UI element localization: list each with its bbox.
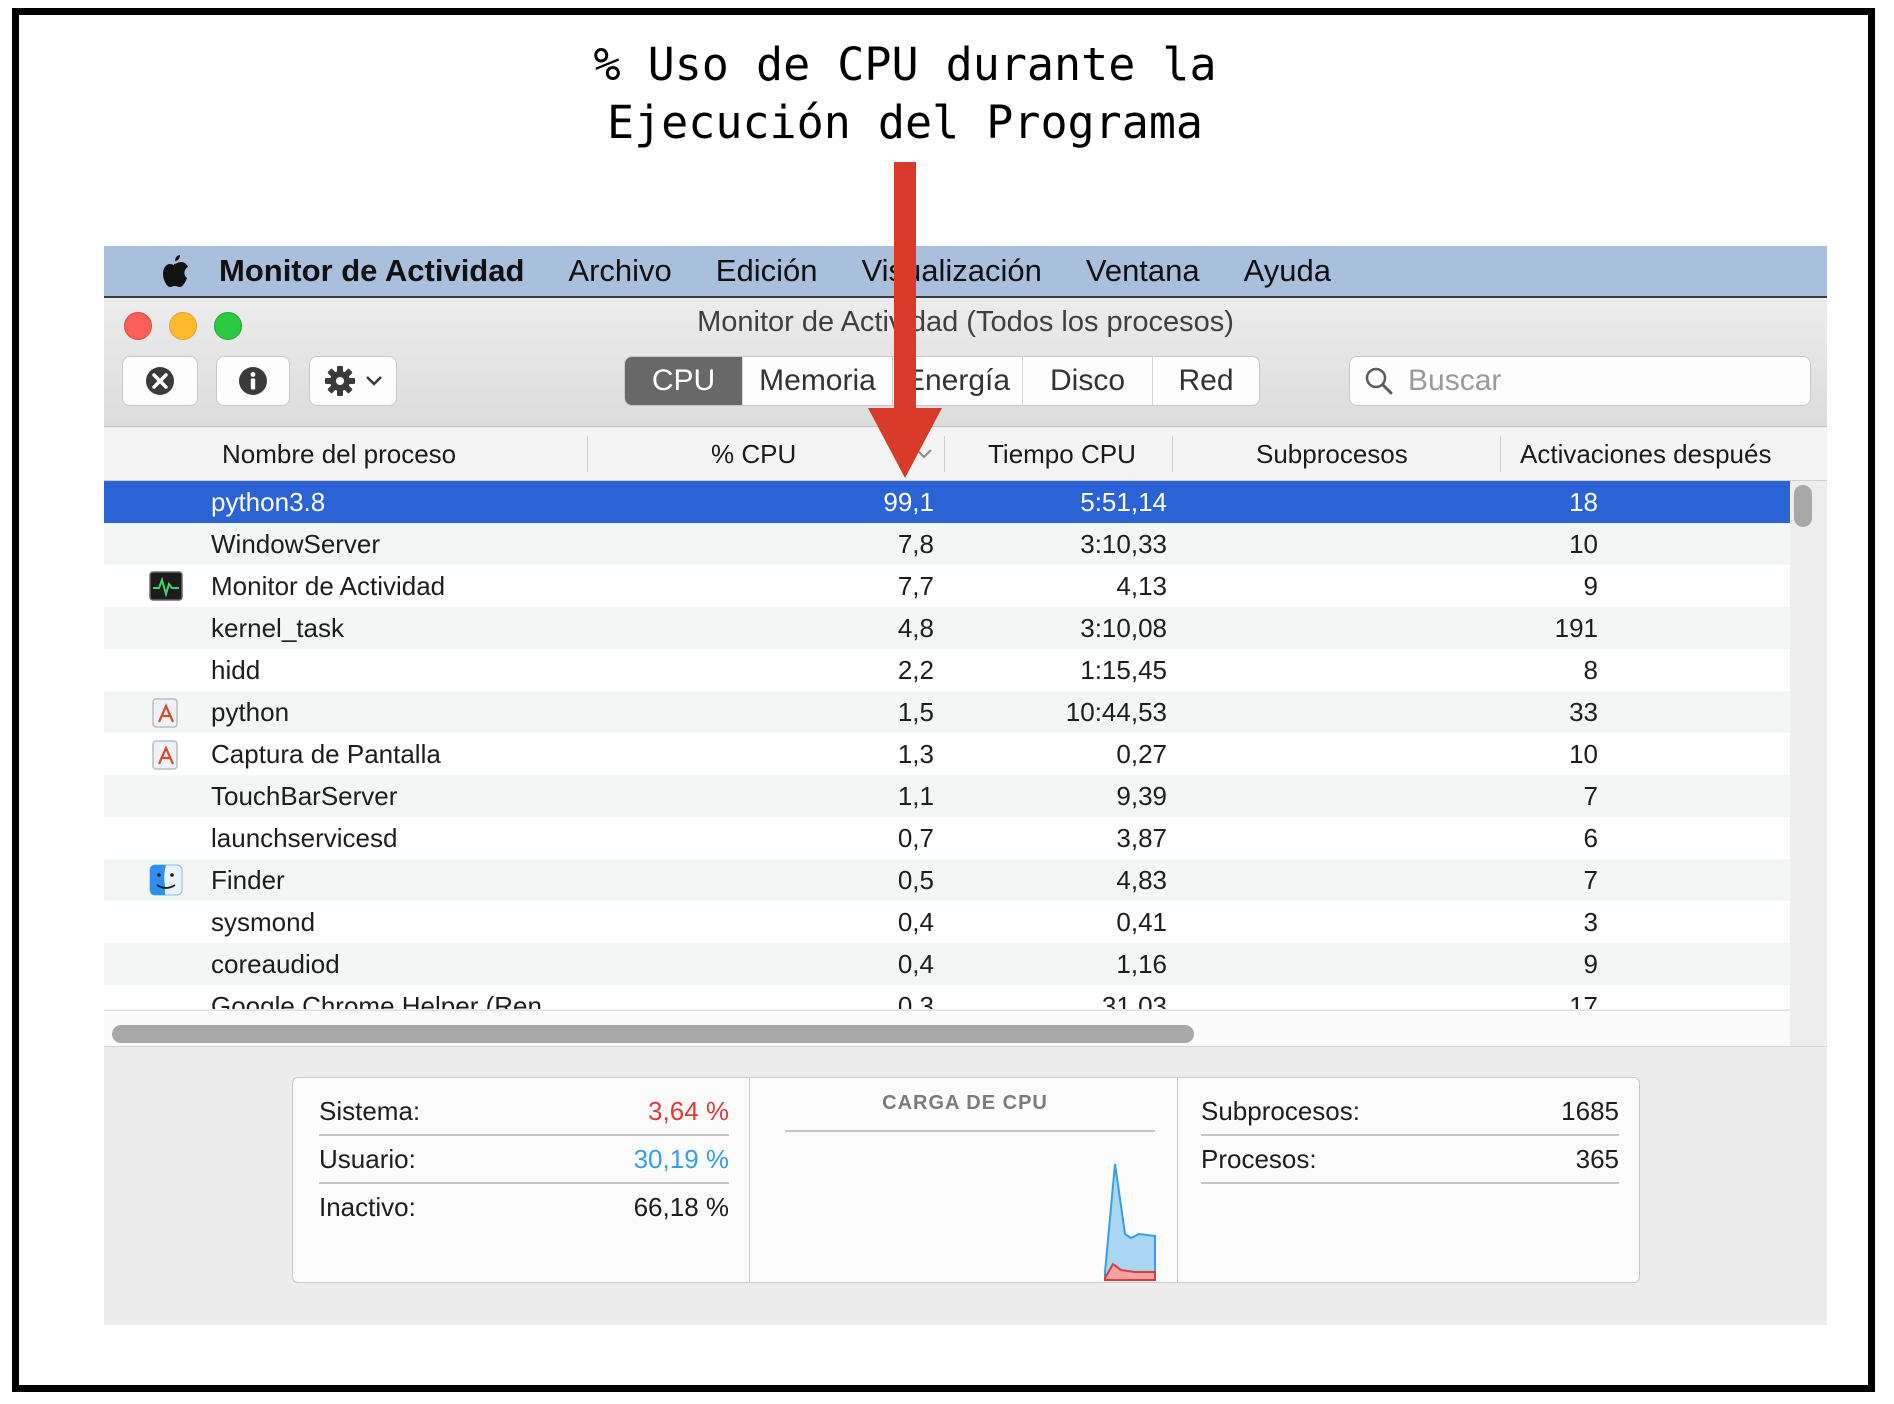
annotation-arrow <box>868 162 942 478</box>
